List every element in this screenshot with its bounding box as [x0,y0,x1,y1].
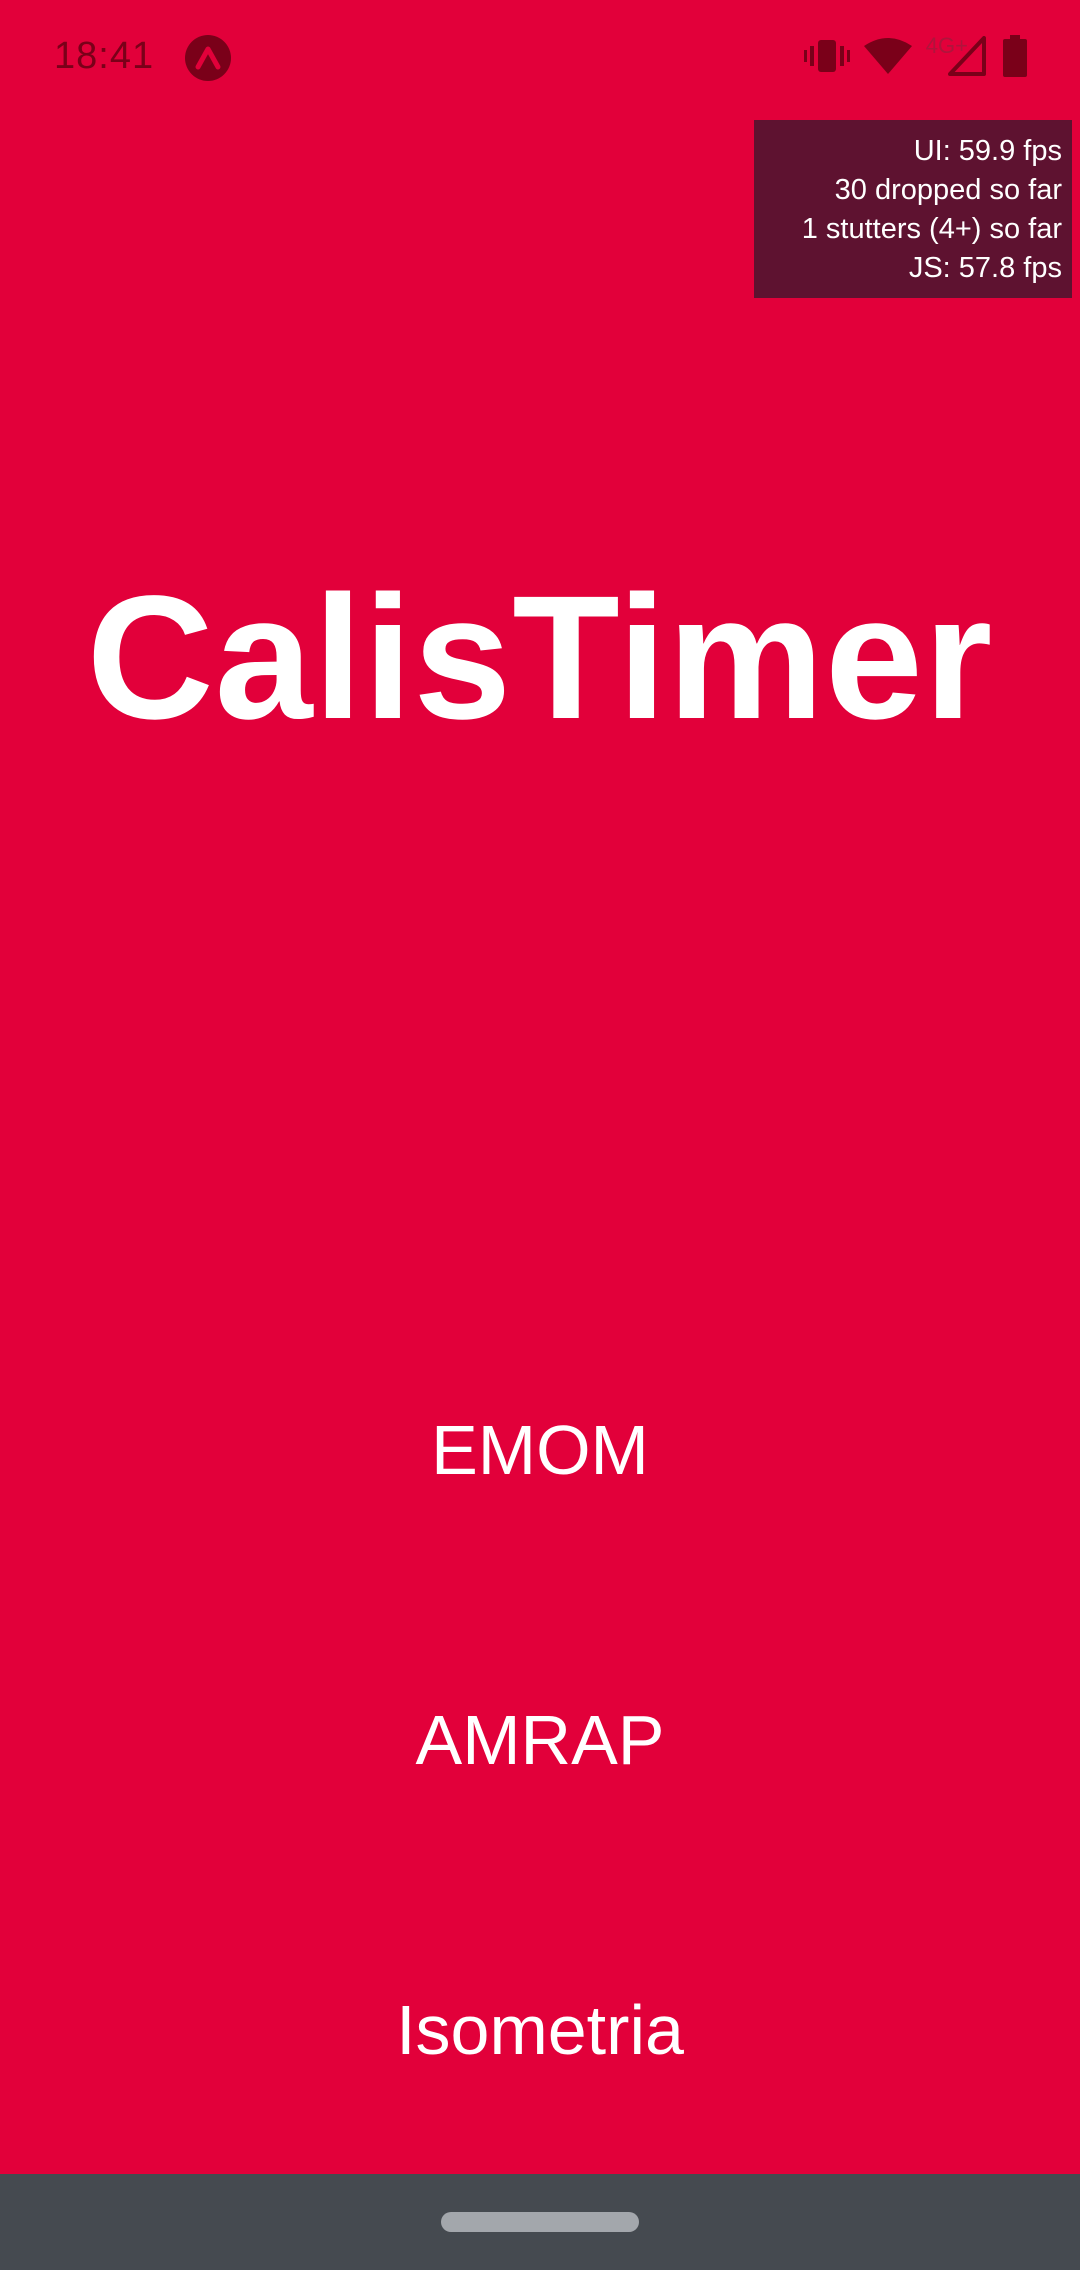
vibrate-icon [803,40,850,72]
expo-icon [185,35,231,81]
emom-button[interactable]: EMOM [240,1380,840,1520]
app-title: CalisTimer [86,560,994,756]
stutters-text: 1 stutters (4+) so far [801,213,1062,245]
navigation-bar [0,2174,1080,2270]
status-time: 18:41 [54,35,155,77]
status-icons: 4G+ [803,28,1028,84]
status-bar: 18:41 4G+ [0,0,1080,112]
network-type-label: 4G+ [925,33,968,58]
gesture-handle[interactable] [441,2212,639,2232]
battery-icon [1003,35,1027,77]
amrap-button[interactable]: AMRAP [240,1670,840,1810]
wifi-icon [863,38,912,74]
isometria-button[interactable]: Isometria [240,1960,840,2100]
ui-fps-text: UI: 59.9 fps [913,135,1062,167]
performance-monitor: UI: 59.9 fps 30 dropped so far 1 stutter… [754,120,1072,298]
js-fps-text: JS: 57.8 fps [908,252,1062,284]
dropped-frames-text: 30 dropped so far [834,174,1062,206]
